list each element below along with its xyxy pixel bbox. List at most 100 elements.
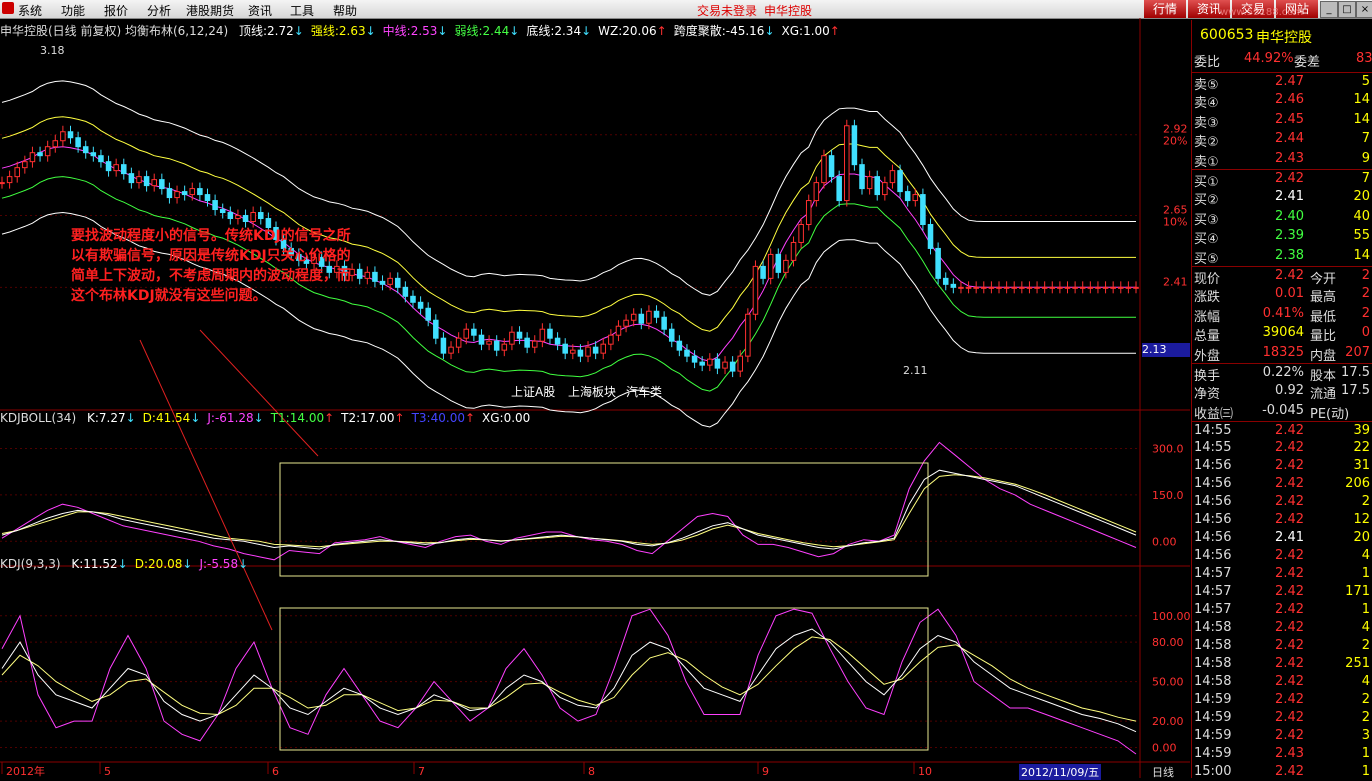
menu-analysis[interactable]: 分析	[147, 2, 171, 19]
tick-volume: 1	[1361, 566, 1370, 582]
candle	[851, 125, 858, 166]
candle	[0, 182, 5, 185]
stat-value: -0.045	[1262, 402, 1304, 418]
candle	[402, 286, 409, 297]
stat-row: 涨跌 0.01 最高 2	[1192, 285, 1372, 305]
tick-volume: 3	[1361, 728, 1370, 744]
candle	[181, 191, 188, 196]
field-value: 14.00	[289, 411, 325, 425]
maximize-icon[interactable]: □	[1338, 1, 1356, 18]
candle	[29, 152, 36, 163]
menu-hk-futures[interactable]: 港股期货	[186, 2, 234, 19]
candle	[44, 146, 51, 157]
field-value: 17.00	[360, 411, 395, 425]
candle	[1003, 286, 1010, 289]
stat-label: PE(动)	[1310, 406, 1350, 422]
kdj-fields: K:11.52↓ D:20.08↓ J:-5.58↓	[64, 557, 248, 571]
menu-quote[interactable]: 报价	[104, 2, 128, 19]
candle	[623, 319, 629, 327]
menu-news[interactable]: 资讯	[248, 2, 272, 19]
highlight-box-kdj	[279, 607, 929, 751]
tick-volume: 1	[1361, 746, 1370, 762]
close-icon[interactable]: ×	[1356, 1, 1372, 18]
tick-time: 14:55	[1194, 423, 1232, 439]
k-line	[1, 628, 1137, 733]
candle	[668, 328, 675, 342]
candle	[630, 313, 637, 321]
sell-order-row: 卖③ 2.45 14	[1192, 111, 1372, 131]
link-auto-sector[interactable]: 汽车类	[626, 383, 662, 400]
menu-system[interactable]: 系统	[18, 2, 42, 19]
candle	[996, 286, 1002, 289]
candle	[82, 146, 89, 154]
candle	[197, 188, 203, 196]
candle	[836, 176, 842, 202]
pct-tick-label: 10%	[1163, 216, 1187, 229]
tick-price: 2.42	[1275, 728, 1304, 744]
candle	[714, 358, 721, 369]
tick-row: 15:00 2.42 1	[1192, 763, 1372, 781]
candle	[859, 164, 865, 190]
tick-row: 14:57 2.42 171	[1192, 583, 1372, 601]
tick-time: 14:58	[1194, 674, 1232, 690]
link-sh-a-share[interactable]: 上证A股	[511, 383, 555, 400]
stat-row: 净资 0.92 流通 17.5	[1192, 382, 1372, 402]
candle	[973, 286, 979, 289]
candle	[760, 265, 766, 279]
arrow-down-icon: ↓	[125, 411, 136, 425]
stat-value: 39064	[1262, 325, 1304, 341]
tick-price: 2.42	[1275, 423, 1304, 439]
tick-price: 2.43	[1275, 746, 1304, 762]
tick-time: 14:59	[1194, 728, 1232, 744]
tick-time: 14:57	[1194, 584, 1232, 600]
menu-help[interactable]: 帮助	[333, 2, 357, 19]
link-shanghai-sector[interactable]: 上海板块	[568, 383, 616, 400]
candle	[661, 316, 667, 330]
candle	[805, 200, 812, 225]
order-level-label: 卖②	[1194, 135, 1219, 151]
kdjboll-fields: K:7.27↓ D:41.54↓ J:-61.28↓ T1:14.00↑ T2:17.0…	[80, 411, 530, 425]
login-status[interactable]: 交易未登录	[697, 2, 757, 19]
stat-value: 0.01	[1275, 286, 1304, 302]
menu-tools[interactable]: 工具	[290, 2, 314, 19]
candle	[585, 346, 591, 357]
pct-tick-label: 20%	[1163, 135, 1187, 148]
axis-tick-label: 0.00	[1152, 741, 1177, 754]
weibi-value: 44.92%	[1244, 51, 1294, 66]
tick-volume: 1	[1361, 602, 1370, 618]
candle	[783, 259, 789, 273]
candle	[379, 280, 386, 285]
tick-row: 14:56 2.41 20	[1192, 529, 1372, 547]
candle	[448, 346, 454, 354]
candle	[813, 182, 820, 202]
tick-time: 14:55	[1194, 440, 1232, 456]
menu-bar: 系统 功能 报价 分析 港股期货 资讯 工具 帮助 交易未登录 申华控股 行情 …	[0, 0, 1372, 19]
tick-price: 2.42	[1275, 458, 1304, 474]
tick-price: 2.42	[1275, 566, 1304, 582]
field-value: 20.08	[148, 557, 183, 571]
candle	[608, 334, 614, 345]
candle	[242, 215, 249, 223]
menu-function[interactable]: 功能	[61, 2, 85, 19]
candle	[707, 358, 713, 366]
candle	[394, 277, 401, 288]
tick-volume: 4	[1361, 620, 1370, 636]
candle	[257, 212, 264, 220]
order-volume: 55	[1353, 228, 1370, 244]
minimize-icon[interactable]: _	[1320, 1, 1338, 18]
arrow-up-icon: ↑	[464, 411, 476, 425]
candle	[1049, 286, 1056, 289]
candle	[1011, 286, 1017, 289]
candle	[752, 265, 759, 315]
tab-quotes[interactable]: 行情	[1144, 0, 1186, 18]
tick-volume: 251	[1345, 656, 1370, 672]
candle	[684, 349, 690, 357]
tick-price: 2.42	[1275, 710, 1304, 726]
candle	[745, 313, 751, 357]
candle	[425, 307, 431, 321]
stat-row: 涨幅 0.41% 最低 2	[1192, 305, 1372, 325]
field-value: -5.58	[207, 557, 239, 571]
order-price: 2.38	[1275, 247, 1304, 263]
tick-volume: 2	[1361, 710, 1370, 726]
candle	[547, 328, 553, 339]
